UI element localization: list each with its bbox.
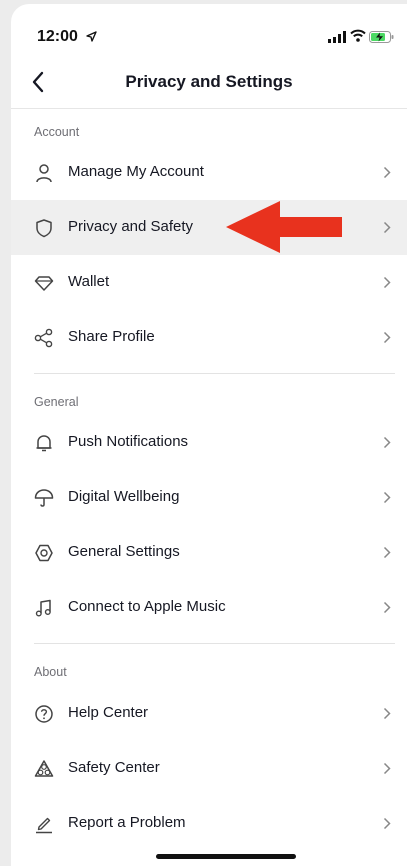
chevron-right-icon bbox=[383, 331, 391, 349]
settings-item-label: Privacy and Safety bbox=[68, 218, 194, 235]
phone-screen: 12:00 Privacy and Settings Account Manag… bbox=[11, 4, 407, 866]
settings-item-label: Safety Center bbox=[68, 759, 160, 776]
safety-icon bbox=[33, 758, 55, 780]
navigation-bar: Privacy and Settings bbox=[11, 60, 407, 106]
question-circle-icon bbox=[33, 703, 55, 725]
status-bar: 12:00 bbox=[11, 4, 407, 64]
settings-item-label: Manage My Account bbox=[68, 163, 204, 180]
chevron-right-icon bbox=[383, 491, 391, 509]
gear-icon bbox=[33, 542, 55, 564]
settings-item-manage-my-account[interactable]: Manage My Account bbox=[11, 145, 407, 200]
music-note-icon bbox=[33, 597, 55, 619]
settings-item-safety-center[interactable]: Safety Center bbox=[11, 741, 407, 796]
header-divider bbox=[11, 108, 407, 109]
settings-item-label: Help Center bbox=[68, 704, 149, 721]
bell-icon bbox=[33, 432, 55, 454]
chevron-right-icon bbox=[383, 546, 391, 564]
chevron-right-icon bbox=[383, 762, 391, 780]
chevron-right-icon bbox=[383, 166, 391, 184]
settings-item-label: Share Profile bbox=[68, 328, 155, 345]
chevron-right-icon bbox=[383, 436, 391, 454]
section-divider bbox=[34, 643, 395, 644]
chevron-right-icon bbox=[383, 601, 391, 619]
battery-charging-icon bbox=[369, 30, 394, 48]
wifi-icon bbox=[350, 29, 366, 47]
home-indicator[interactable] bbox=[156, 854, 296, 859]
diamond-icon bbox=[33, 272, 55, 294]
person-icon bbox=[33, 162, 55, 184]
settings-item-share-profile[interactable]: Share Profile bbox=[11, 310, 407, 365]
settings-item-label: General Settings bbox=[68, 543, 180, 560]
settings-item-label: Wallet bbox=[68, 273, 110, 290]
chevron-right-icon bbox=[383, 276, 391, 294]
settings-item-connect-apple-music[interactable]: Connect to Apple Music bbox=[11, 580, 407, 635]
umbrella-icon bbox=[33, 487, 55, 509]
section-label-general: General bbox=[34, 395, 79, 409]
settings-item-general-settings[interactable]: General Settings bbox=[11, 525, 407, 580]
section-divider bbox=[34, 373, 395, 374]
settings-item-wallet[interactable]: Wallet bbox=[11, 255, 407, 310]
section-label-about: About bbox=[34, 665, 67, 679]
settings-item-label: Connect to Apple Music bbox=[68, 598, 226, 615]
settings-item-digital-wellbeing[interactable]: Digital Wellbeing bbox=[11, 470, 407, 525]
location-arrow-icon bbox=[86, 29, 97, 47]
section-label-account: Account bbox=[34, 125, 80, 139]
settings-item-privacy-and-safety[interactable]: Privacy and Safety bbox=[11, 200, 407, 255]
settings-item-label: Digital Wellbeing bbox=[68, 488, 180, 505]
chevron-right-icon bbox=[383, 817, 391, 835]
share-icon bbox=[33, 327, 55, 349]
annotation-arrow-icon bbox=[224, 198, 346, 261]
settings-item-push-notifications[interactable]: Push Notifications bbox=[11, 415, 407, 470]
settings-item-help-center[interactable]: Help Center bbox=[11, 686, 407, 741]
chevron-right-icon bbox=[383, 221, 391, 239]
cellular-signal-icon bbox=[328, 30, 346, 48]
chevron-right-icon bbox=[383, 707, 391, 725]
settings-item-label: Report a Problem bbox=[68, 814, 186, 831]
pencil-icon bbox=[33, 813, 55, 835]
settings-item-report-a-problem[interactable]: Report a Problem bbox=[11, 796, 407, 851]
page-title: Privacy and Settings bbox=[125, 72, 293, 91]
settings-item-label: Push Notifications bbox=[68, 433, 189, 450]
status-time: 12:00 bbox=[37, 28, 78, 45]
shield-icon bbox=[33, 217, 55, 239]
